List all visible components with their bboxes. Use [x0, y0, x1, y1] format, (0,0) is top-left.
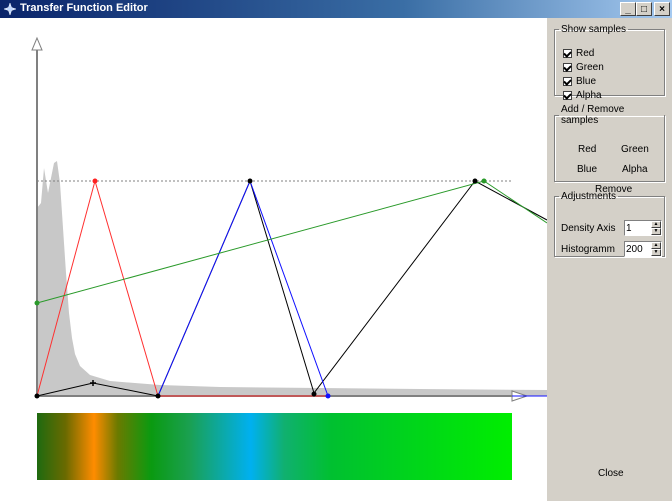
spin-up-icon[interactable]: ▲	[651, 221, 661, 228]
spin-up-icon[interactable]: ▲	[651, 242, 661, 249]
checkbox-box[interactable]	[563, 63, 572, 72]
show-blue-checkbox[interactable]: Blue	[563, 75, 596, 88]
transfer-function-plot[interactable]	[0, 18, 547, 501]
show-red-checkbox[interactable]: Red	[563, 47, 594, 60]
checkbox-box[interactable]	[563, 91, 572, 100]
alpha-curve[interactable]	[36, 179, 547, 397]
red-curve[interactable]	[36, 179, 328, 397]
checkbox-label: Green	[576, 62, 604, 73]
green-sample-point[interactable]	[481, 178, 487, 184]
alpha-sample-point[interactable]	[155, 393, 161, 399]
show-green-checkbox[interactable]: Green	[563, 61, 604, 74]
color-map-preview	[37, 413, 512, 480]
adjustments-legend: Adjustments	[561, 191, 617, 202]
checkbox-label: Red	[576, 48, 595, 59]
transfer-function-editor-window: Transfer Function Editor _ □ × Show samp…	[0, 0, 672, 501]
alpha-sample-point[interactable]	[34, 393, 40, 399]
checkbox-label: Alpha	[576, 90, 602, 101]
close-button[interactable]: Close	[598, 468, 624, 479]
show-alpha-checkbox[interactable]: Alpha	[563, 89, 602, 102]
green-sample-point[interactable]	[34, 300, 40, 306]
density-axis-input[interactable]	[626, 222, 650, 234]
histogram-spinner[interactable]: ▲ ▼	[624, 241, 662, 257]
density-axis-arrow[interactable]	[31, 36, 43, 51]
add-blue-button[interactable]: Blue	[577, 164, 597, 175]
transfer-function-canvas[interactable]	[0, 18, 547, 501]
show-samples-group: Show samples Red Green Blue Alpha	[554, 24, 665, 101]
title-bar[interactable]: Transfer Function Editor _ □ ×	[0, 0, 672, 18]
alpha-sample-point[interactable]	[472, 178, 478, 184]
alpha-sample-point[interactable]	[247, 178, 253, 184]
red-sample-point[interactable]	[92, 178, 98, 184]
alpha-sample-point[interactable]	[311, 391, 317, 397]
add-green-button[interactable]: Green	[621, 144, 649, 155]
close-window-button[interactable]: ×	[654, 2, 670, 16]
density-axis-label: Density Axis	[561, 223, 616, 234]
density-axis-spinner[interactable]: ▲ ▼	[624, 220, 662, 236]
checkbox-box[interactable]	[563, 77, 572, 86]
add-remove-samples-group: Add / Remove samples Red Green Blue Alph…	[554, 104, 665, 195]
show-samples-legend: Show samples	[561, 24, 627, 35]
checkbox-box[interactable]	[563, 49, 572, 58]
spin-down-icon[interactable]: ▼	[651, 249, 661, 256]
density-histogram	[37, 161, 547, 396]
spin-down-icon[interactable]: ▼	[651, 228, 661, 235]
blue-sample-point[interactable]	[325, 393, 331, 399]
window-title: Transfer Function Editor	[20, 2, 148, 14]
checkbox-label: Blue	[576, 76, 597, 87]
histogram-label: Histogramm	[561, 244, 615, 255]
maximize-button[interactable]: □	[636, 2, 652, 16]
minimize-button[interactable]: _	[620, 2, 636, 16]
adjustments-group: Adjustments Density Axis ▲ ▼ Histogramm …	[554, 191, 665, 257]
blue-curve[interactable]	[157, 179, 329, 397]
add-alpha-button[interactable]: Alpha	[622, 164, 648, 175]
control-panel: Show samples Red Green Blue Alpha Add / …	[547, 18, 672, 501]
green-curve[interactable]	[36, 180, 547, 304]
add-remove-legend: Add / Remove samples	[561, 104, 625, 126]
histogram-input[interactable]	[626, 243, 650, 255]
app-icon	[3, 2, 17, 16]
add-red-button[interactable]: Red	[578, 144, 596, 155]
